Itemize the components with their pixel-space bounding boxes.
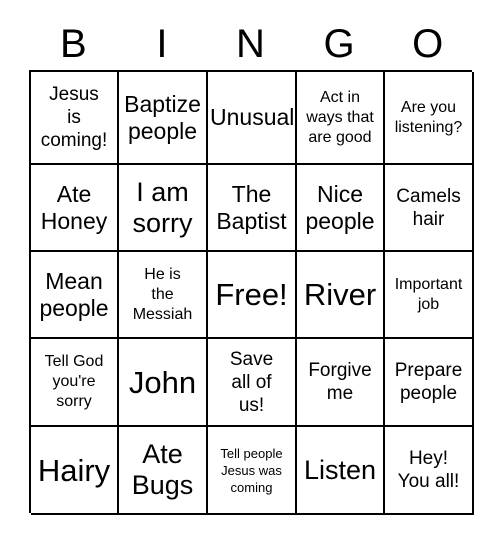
- bingo-square-label: Prepare people: [394, 360, 463, 404]
- bingo-square-r2c2[interactable]: I am sorry: [119, 165, 208, 252]
- bingo-square-r5c2[interactable]: Ate Bugs: [119, 427, 208, 515]
- bingo-square-label: Nice people: [305, 180, 375, 234]
- bingo-square-label: Hairy: [37, 452, 111, 488]
- bingo-square-r4c2[interactable]: John: [119, 339, 208, 427]
- bingo-square-label: Tell God you're sorry: [44, 353, 104, 410]
- bingo-square-label: Save all of us!: [229, 348, 274, 416]
- bingo-square-label: Hey! You all!: [397, 448, 460, 492]
- bingo-square-r5c4[interactable]: Listen: [297, 427, 385, 515]
- bingo-square-r5c3[interactable]: Tell people Jesus was coming: [208, 427, 297, 515]
- bingo-square-label: Camels hair: [396, 185, 461, 230]
- bingo-square-r4c4[interactable]: Forgive me: [297, 339, 385, 427]
- bingo-header-row: BINGO: [29, 18, 472, 70]
- bingo-square-r3c3[interactable]: Free!: [208, 252, 297, 339]
- bingo-square-r2c1[interactable]: Ate Honey: [31, 165, 119, 252]
- bingo-square-label: River: [303, 277, 377, 312]
- bingo-square-r2c4[interactable]: Nice people: [297, 165, 385, 252]
- bingo-square-r2c3[interactable]: The Baptist: [208, 165, 297, 252]
- bingo-header-letter-n: N: [236, 22, 265, 66]
- bingo-square-r4c3[interactable]: Save all of us!: [208, 339, 297, 427]
- bingo-header-letter-g: G: [323, 22, 355, 66]
- bingo-square-label: Free!: [215, 277, 288, 312]
- bingo-square-label: Are you listening?: [394, 98, 463, 136]
- bingo-square-label: Ate Honey: [40, 180, 108, 234]
- bingo-square-r4c5[interactable]: Prepare people: [385, 339, 474, 427]
- bingo-square-r5c5[interactable]: Hey! You all!: [385, 427, 474, 515]
- bingo-square-label: He is the Messiah: [132, 265, 193, 323]
- bingo-square-label: Unusual: [210, 104, 295, 130]
- bingo-square-label: Tell people Jesus was coming: [220, 445, 283, 495]
- bingo-square-label: Jesus is coming!: [40, 84, 108, 151]
- bingo-square-r5c1[interactable]: Hairy: [31, 427, 119, 515]
- bingo-header-letter-o: O: [412, 22, 444, 66]
- bingo-square-label: I am sorry: [132, 176, 193, 238]
- bingo-grid: Jesus is coming! Baptize people Unusual Act…: [29, 70, 474, 515]
- bingo-square-r1c5[interactable]: Are you listening?: [385, 72, 474, 165]
- bingo-square-r1c4[interactable]: Act in ways that are good: [297, 72, 385, 165]
- bingo-square-label: Mean people: [39, 267, 109, 321]
- bingo-square-r2c5[interactable]: Camels hair: [385, 165, 474, 252]
- bingo-square-r1c1[interactable]: Jesus is coming!: [31, 72, 119, 165]
- bingo-square-label: Ate Bugs: [131, 439, 194, 500]
- bingo-square-r3c1[interactable]: Mean people: [31, 252, 119, 339]
- bingo-square-r1c3[interactable]: Unusual: [208, 72, 297, 165]
- bingo-square-r3c5[interactable]: Important job: [385, 252, 474, 339]
- bingo-square-r3c2[interactable]: He is the Messiah: [119, 252, 208, 339]
- bingo-card: B I N G O Jesus is coming! Baptize people Unus…: [0, 0, 500, 544]
- bingo-square-label: Act in ways that are good: [306, 88, 374, 146]
- bingo-square-label: The Baptist: [216, 180, 287, 234]
- bingo-square-label: Forgive me: [308, 360, 372, 404]
- bingo-square-r1c2[interactable]: Baptize people: [119, 72, 208, 165]
- bingo-square-label: John: [128, 364, 197, 400]
- bingo-header-letter-i: I: [156, 22, 168, 66]
- bingo-square-label: Important job: [394, 275, 463, 313]
- bingo-header-letter-b: B: [59, 22, 87, 66]
- bingo-square-label: Listen: [303, 454, 377, 485]
- bingo-square-label: Baptize people: [124, 90, 201, 144]
- bingo-square-r4c1[interactable]: Tell God you're sorry: [31, 339, 119, 427]
- bingo-square-r3c4[interactable]: River: [297, 252, 385, 339]
